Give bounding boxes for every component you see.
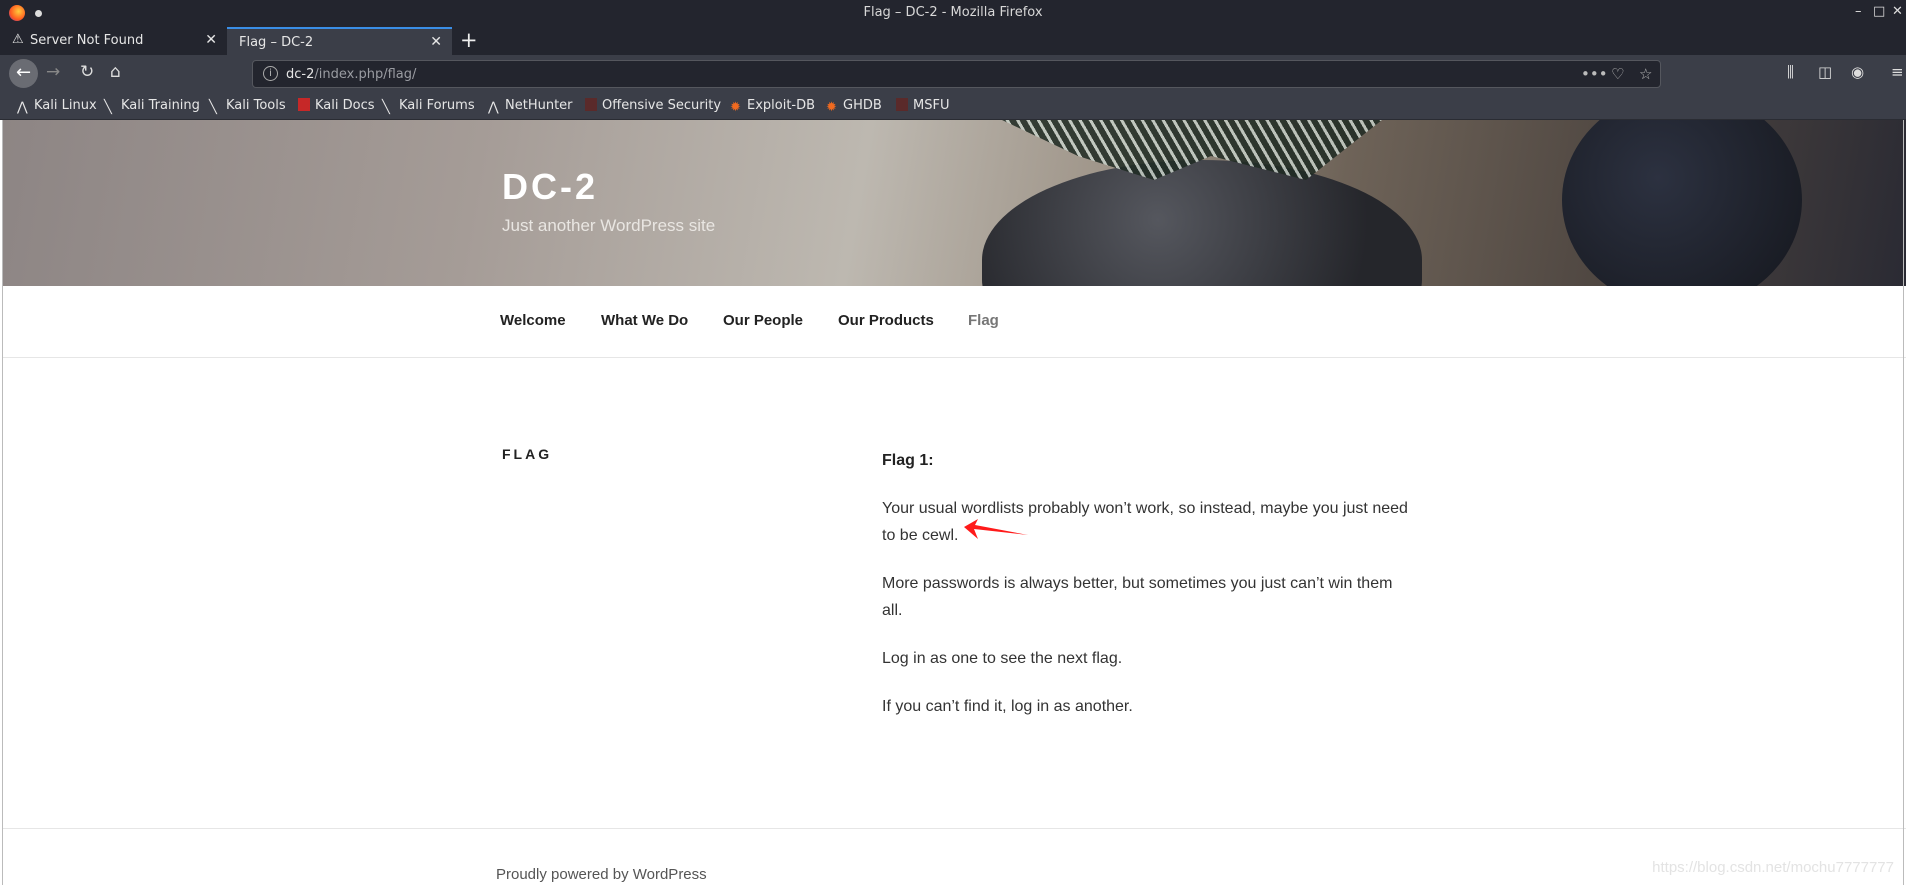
site-title-link[interactable]: DC-2	[502, 166, 598, 208]
header-sphere	[1562, 120, 1802, 286]
menu-item-what-we-do[interactable]: What We Do	[601, 312, 688, 329]
home-button[interactable]: ⌂	[110, 62, 121, 82]
window-titlebar: Flag – DC-2 - Mozilla Firefox – □ ✕	[0, 0, 1906, 27]
bookmark-label: Offensive Security	[602, 98, 722, 113]
page-title: FLAG	[502, 446, 553, 462]
bookmark-offensive-security[interactable]: Offensive Security	[585, 98, 721, 113]
page-actions-icon[interactable]: •••	[1581, 65, 1608, 83]
page-left-border	[2, 120, 3, 885]
reload-button[interactable]: ↻	[80, 62, 94, 82]
bookmark-label: Kali Training	[121, 98, 200, 113]
bookmark-label: GHDB	[843, 98, 882, 113]
paragraph: More passwords is always better, but som…	[882, 575, 1393, 619]
window-title: Flag – DC-2 - Mozilla Firefox	[863, 5, 1043, 20]
tab-bar: ⚠ Server Not Found ✕ Flag – DC-2 ✕ +	[0, 27, 1906, 55]
bookmark-star-icon[interactable]: ☆	[1639, 65, 1652, 83]
bookmark-kali-forums[interactable]: ╲ Kali Forums	[382, 98, 475, 115]
bookmark-label: MSFU	[913, 98, 950, 113]
kali-dragon-icon: ╲	[209, 100, 217, 115]
page-right-border	[1903, 120, 1904, 885]
bookmark-kali-linux[interactable]: ⋀ Kali Linux	[17, 98, 97, 115]
url-text: dc-2/index.php/flag/	[286, 67, 416, 82]
info-icon[interactable]: i	[263, 66, 278, 81]
tab-label: Server Not Found	[30, 33, 144, 48]
warning-icon: ⚠	[12, 32, 24, 47]
forward-button[interactable]: →	[46, 62, 60, 82]
footer-divider	[2, 828, 1906, 829]
tab-flag-dc-2[interactable]: Flag – DC-2 ✕	[227, 27, 452, 55]
bookmark-label: Kali Tools	[226, 98, 286, 113]
url-host: dc-2	[286, 67, 315, 82]
minimize-button[interactable]: –	[1855, 4, 1862, 19]
bookmark-label: Kali Linux	[34, 98, 97, 113]
annotation-arrow-icon	[964, 519, 1028, 539]
bookmarks-toolbar: ⋀ Kali Linux ╲ Kali Training ╲ Kali Tools K…	[0, 92, 1906, 120]
site-tagline: Just another WordPress site	[502, 216, 716, 235]
tab-server-not-found[interactable]: ⚠ Server Not Found ✕	[0, 27, 227, 55]
footer-wordpress-link[interactable]: Proudly powered by WordPress	[496, 866, 707, 883]
bookmark-label: Exploit-DB	[747, 98, 816, 113]
header-plant-pot	[982, 160, 1422, 286]
menu-item-our-people[interactable]: Our People	[723, 312, 803, 329]
paragraph: If you can’t find it, log in as another.	[882, 698, 1133, 715]
paragraph: Log in as one to see the next flag.	[882, 650, 1123, 667]
bookmark-label: Kali Docs	[315, 98, 375, 113]
docs-icon	[298, 98, 310, 111]
navigation-toolbar: ← → ↻ ⌂ i dc-2/index.php/flag/ ••• ♡ ☆ ⫼…	[0, 55, 1906, 92]
close-window-button[interactable]: ✕	[1892, 4, 1903, 19]
bookmark-kali-training[interactable]: ╲ Kali Training	[104, 98, 200, 115]
new-tab-button[interactable]: +	[460, 28, 478, 52]
back-button[interactable]: ←	[9, 59, 38, 88]
page-content: Flag 1: Your usual wordlists probably wo…	[882, 447, 1412, 741]
sidebar-icon[interactable]: ◫	[1818, 63, 1832, 81]
site-header-image: DC-2 Just another WordPress site	[2, 120, 1906, 286]
bookmark-exploit-db[interactable]: ✹ Exploit-DB	[730, 98, 816, 115]
library-icon[interactable]: ⫼	[1787, 63, 1794, 81]
close-tab-icon[interactable]: ✕	[430, 34, 442, 50]
kali-icon: ⋀	[17, 100, 28, 115]
close-tab-icon[interactable]: ✕	[205, 32, 217, 48]
bookmark-kali-tools[interactable]: ╲ Kali Tools	[209, 98, 286, 115]
bookmark-ghdb[interactable]: ✹ GHDB	[826, 98, 882, 115]
kali-dragon-icon: ╲	[382, 100, 390, 115]
bookmark-label: NetHunter	[505, 98, 573, 113]
bookmark-nethunter[interactable]: ⋀ NetHunter	[488, 98, 573, 115]
maximize-button[interactable]: □	[1873, 4, 1885, 19]
tab-label: Flag – DC-2	[239, 35, 314, 50]
offsec-icon	[896, 98, 908, 111]
flag-heading: Flag 1:	[882, 452, 934, 469]
exploitdb-icon: ✹	[826, 100, 837, 115]
menu-item-flag[interactable]: Flag	[968, 312, 999, 329]
bookmark-kali-docs[interactable]: Kali Docs	[298, 98, 375, 113]
watermark: https://blog.csdn.net/mochu7777777	[1652, 859, 1894, 876]
bookmark-msfu[interactable]: MSFU	[896, 98, 949, 113]
offsec-icon	[585, 98, 597, 111]
kali-dragon-icon: ╲	[104, 100, 112, 115]
bookmark-label: Kali Forums	[399, 98, 475, 113]
main-navigation: Welcome What We Do Our People Our Produc…	[2, 286, 1906, 358]
address-bar[interactable]: i dc-2/index.php/flag/ ••• ♡ ☆	[252, 60, 1661, 88]
menu-icon[interactable]: ≡	[1891, 63, 1904, 81]
nethunter-icon: ⋀	[488, 100, 499, 115]
url-path: /index.php/flag/	[314, 67, 417, 82]
menu-item-our-products[interactable]: Our Products	[838, 312, 934, 329]
pocket-icon[interactable]: ♡	[1611, 65, 1624, 83]
exploitdb-icon: ✹	[730, 100, 741, 115]
account-icon[interactable]: ◉	[1851, 63, 1864, 81]
menu-item-welcome[interactable]: Welcome	[500, 312, 566, 329]
